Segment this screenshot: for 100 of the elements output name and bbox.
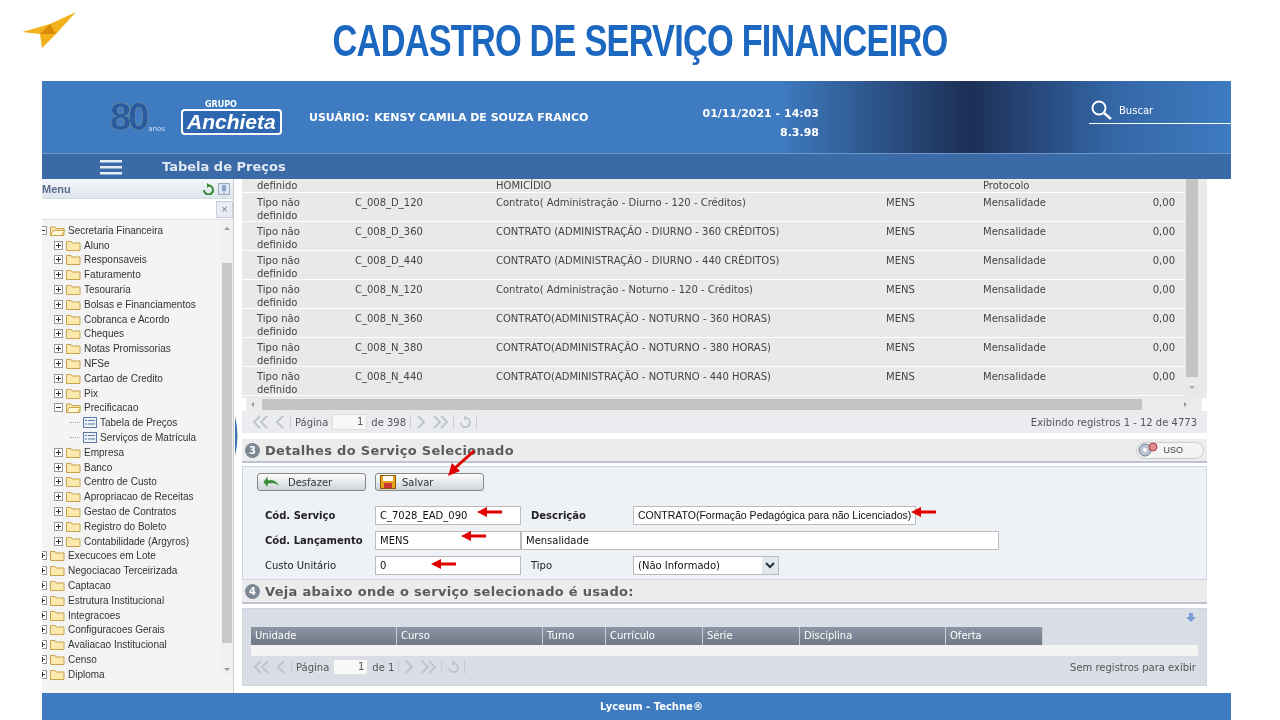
expand-icon[interactable] bbox=[54, 299, 63, 309]
folder-icon bbox=[66, 284, 81, 296]
tree-item[interactable]: Integracoes bbox=[42, 607, 221, 623]
tree-item[interactable]: Cartao de Credito bbox=[54, 370, 221, 386]
table-cell: 0,00 bbox=[1152, 342, 1175, 353]
uso-button[interactable]: USO bbox=[1136, 441, 1204, 459]
tree-item[interactable]: Cobranca e Acordo bbox=[54, 311, 221, 327]
annotation-arrow-icon bbox=[910, 506, 938, 518]
expand-icon[interactable] bbox=[54, 329, 63, 339]
search-field[interactable]: Buscar bbox=[1089, 100, 1231, 124]
table-cell: 0,00 bbox=[1152, 284, 1175, 295]
table-cell: MENS bbox=[886, 342, 915, 353]
field-label: Custo Unitário bbox=[265, 559, 338, 571]
input-field[interactable]: MENS bbox=[375, 530, 521, 550]
search-icon bbox=[1091, 100, 1113, 120]
annotation-arrow-icon bbox=[460, 530, 488, 542]
tree-item[interactable]: Tabela de Preços bbox=[70, 415, 221, 431]
table-cell: Mensalidade bbox=[983, 371, 1046, 382]
expand-icon[interactable] bbox=[54, 270, 63, 280]
tree-item[interactable]: NFSe bbox=[54, 356, 221, 371]
tree-item[interactable]: Censo bbox=[42, 652, 221, 667]
tree-item[interactable]: Diploma bbox=[42, 666, 221, 682]
expand-icon[interactable] bbox=[54, 507, 63, 517]
brand-name: Anchieta bbox=[181, 108, 282, 135]
menu-title: Menu bbox=[42, 182, 71, 195]
tree-item[interactable]: Execucoes em Lote bbox=[42, 548, 221, 564]
folder-icon bbox=[66, 387, 81, 399]
folder-icon bbox=[66, 446, 81, 458]
expand-icon[interactable] bbox=[54, 359, 63, 369]
folder-icon bbox=[66, 491, 81, 503]
tree-item[interactable]: Precificacao bbox=[54, 400, 221, 416]
pager-summary: Sem registros para exibir bbox=[1070, 661, 1196, 673]
tree-item[interactable]: Responsaveis bbox=[54, 252, 221, 268]
column-header: Unidade bbox=[251, 627, 397, 645]
tree-item[interactable]: Aluno bbox=[54, 237, 221, 253]
clear-button[interactable]: × bbox=[216, 200, 233, 218]
dropdown[interactable]: (Não Informado) bbox=[633, 555, 779, 575]
table-cell: Mensalidade bbox=[983, 255, 1046, 266]
tree-item[interactable]: Banco bbox=[54, 459, 221, 475]
page-input[interactable]: 1 bbox=[332, 414, 368, 430]
page-title: Tabela de Preços bbox=[162, 159, 286, 174]
list-page-icon bbox=[83, 417, 97, 429]
collapse-icon[interactable] bbox=[54, 403, 63, 413]
table-cell: Mensalidade bbox=[983, 226, 1046, 237]
undo-arrow-icon bbox=[262, 475, 282, 489]
page-input[interactable]: 1 bbox=[333, 659, 369, 675]
tree-item[interactable]: Apropriacao de Receitas bbox=[54, 489, 221, 505]
input-field[interactable]: 0 bbox=[375, 555, 521, 575]
table-cell: Protocolo bbox=[983, 180, 1030, 191]
tree-item[interactable]: Faturamento bbox=[54, 267, 221, 283]
tree-item[interactable]: Bolsas e Financiamentos bbox=[54, 297, 221, 312]
folder-icon bbox=[50, 624, 65, 636]
tree-item[interactable]: Pix bbox=[54, 385, 221, 401]
tree-item[interactable]: Serviços de Matrícula bbox=[70, 430, 221, 445]
tree-item[interactable]: Estrutura Institucional bbox=[42, 592, 221, 608]
expand-icon[interactable] bbox=[54, 492, 63, 502]
tree-item[interactable]: Tesouraria bbox=[54, 282, 221, 297]
folder-icon bbox=[66, 269, 81, 281]
expand-icon[interactable] bbox=[54, 521, 63, 531]
save-button[interactable]: Salvar bbox=[375, 473, 484, 491]
expand-icon[interactable] bbox=[54, 462, 63, 472]
expand-icon[interactable] bbox=[54, 447, 63, 457]
tree-item[interactable]: Negociacao Terceirizada bbox=[42, 563, 221, 579]
tree-item[interactable]: Avaliacao Institucional bbox=[42, 637, 221, 653]
expand-icon[interactable] bbox=[54, 373, 63, 383]
tree-item[interactable]: Centro de Custo bbox=[54, 474, 221, 490]
tree-item[interactable]: Captacao bbox=[42, 578, 221, 593]
input-field[interactable]: Mensalidade bbox=[521, 530, 999, 550]
field-label: Cód. Serviço bbox=[265, 509, 337, 521]
input-field[interactable]: CONTRATO(Formação Pedagógica para não Licenciados) bbox=[633, 505, 917, 525]
refresh-icon[interactable] bbox=[202, 182, 214, 195]
expand-icon[interactable] bbox=[54, 314, 63, 324]
page-count: de 398 bbox=[371, 416, 407, 428]
tree-item[interactable]: Registro do Boleto bbox=[54, 518, 221, 534]
table-cell: C_008_D_360 bbox=[355, 226, 423, 237]
search-label: Buscar bbox=[1119, 104, 1154, 116]
table-cell: MENS bbox=[886, 313, 915, 324]
tree-item[interactable]: Cheques bbox=[54, 326, 221, 342]
page-label: Página bbox=[295, 416, 329, 428]
undo-button[interactable]: Desfazer bbox=[257, 473, 366, 491]
expand-icon[interactable] bbox=[54, 536, 63, 546]
expand-icon[interactable] bbox=[54, 285, 63, 295]
field-label: Cód. Lançamento bbox=[265, 534, 364, 546]
tree-item[interactable]: Gestao de Contratos bbox=[54, 504, 221, 519]
folder-icon bbox=[66, 298, 81, 310]
floppy-icon bbox=[380, 475, 396, 489]
table-cell: MENS bbox=[886, 255, 915, 266]
expand-icon[interactable] bbox=[54, 240, 63, 250]
tree-item[interactable]: Empresa bbox=[54, 444, 221, 460]
tree-item[interactable]: Secretaria Financeira bbox=[42, 223, 221, 238]
tree-item[interactable]: Notas Promissorias bbox=[54, 341, 221, 357]
expand-icon[interactable] bbox=[54, 477, 63, 487]
tree-item[interactable]: Contabilidade (Argyros) bbox=[54, 533, 221, 549]
expand-icon[interactable] bbox=[54, 255, 63, 265]
tree-item[interactable]: Configuracoes Gerais bbox=[42, 622, 221, 638]
input-field[interactable]: C_7028_EAD_090 bbox=[375, 505, 521, 525]
expand-icon[interactable] bbox=[54, 344, 63, 354]
table-cell: 0,00 bbox=[1152, 313, 1175, 324]
expand-icon[interactable] bbox=[54, 388, 63, 398]
menu-icon[interactable] bbox=[100, 158, 122, 175]
